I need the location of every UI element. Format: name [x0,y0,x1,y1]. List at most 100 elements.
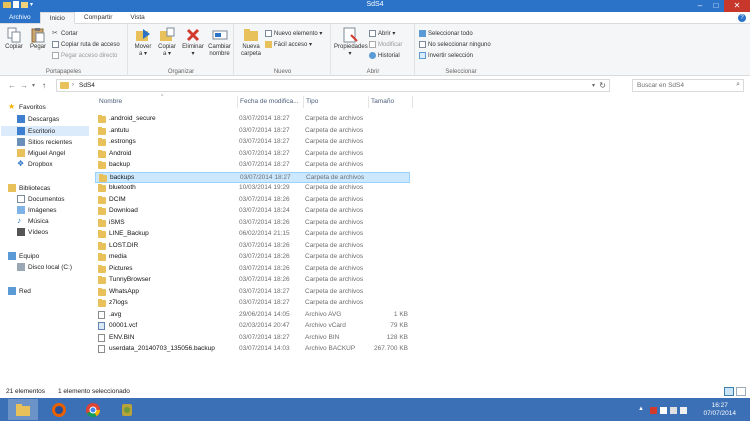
large-icons-view-icon[interactable] [736,387,746,396]
nav-downloads[interactable]: Descargas [17,115,59,123]
address-dropdown-icon[interactable]: ▾ [592,82,595,89]
copy-to-button[interactable]: Copiar a ▾ [156,27,178,58]
paste-button[interactable]: Pegar [27,27,49,51]
invert-selection-button[interactable]: Invertir selección [419,52,473,59]
nav-dropbox[interactable]: ❖ Dropbox [17,160,53,168]
network-status-icon[interactable] [660,407,667,414]
table-row[interactable]: LOST.DIR 03/07/2014 18:26 Carpeta de archi… [95,241,410,252]
column-header-name[interactable]: Nombre [99,98,122,105]
search-box[interactable]: Buscar en SdS4 ⌕ [632,79,744,92]
nav-favorites[interactable]: ★ Favoritos [8,103,46,111]
folder-icon [98,230,106,238]
tab-home[interactable]: Inicio [39,12,75,24]
table-row[interactable]: .android_secure 03/07/2014 18:27 Carpeta d… [95,114,410,125]
column-divider[interactable] [237,96,238,108]
table-row[interactable]: DCIM 03/07/2014 18:26 Carpeta de archivos [95,195,410,206]
taskbar-app[interactable] [112,399,142,420]
back-arrow-icon[interactable]: ← [8,81,16,90]
table-row[interactable]: backups 03/07/2014 18:27 Carpeta de archiv… [95,171,410,183]
table-row[interactable]: backup 03/07/2014 18:27 Carpeta de archivo… [95,160,410,171]
properties-button[interactable]: Propiedades ▾ [334,27,368,58]
help-icon[interactable]: ? [738,14,746,22]
tab-share[interactable]: Compartir [75,12,122,23]
file-date: 03/07/2014 18:26 [239,218,290,226]
taskbar-firefox[interactable] [44,399,74,420]
search-icon[interactable]: ⌕ [736,81,740,89]
select-all-button[interactable]: Seleccionar todo [419,30,473,37]
easy-access-button[interactable]: Fácil acceso ▾ [265,41,312,48]
nav-videos[interactable]: Vídeos [17,228,48,236]
close-button[interactable]: ✕ [724,0,750,12]
recent-locations-icon[interactable]: ▾ [32,82,35,89]
table-row[interactable]: WhatsApp 03/07/2014 18:27 Carpeta de archi… [95,287,410,298]
taskbar-file-explorer[interactable] [8,399,38,420]
maximize-button[interactable]: □ [708,0,724,12]
delete-button[interactable]: Eliminar ▾ [181,27,205,58]
rename-button[interactable]: Cambiar nombre [207,27,232,58]
table-row[interactable]: .estrongs 03/07/2014 18:27 Carpeta de arch… [95,137,410,148]
table-row[interactable]: 00001.vcf 02/03/2014 20:47 Archivo vCard 79… [95,321,410,332]
refresh-icon[interactable]: ↻ [599,81,606,90]
nav-documents[interactable]: Documentos [17,195,65,203]
table-row[interactable]: LINE_Backup 06/02/2014 21:15 Carpeta de ar… [95,229,410,240]
cut-button[interactable]: ✂ Cortar [52,30,78,37]
nav-images[interactable]: Imágenes [17,206,57,214]
nav-libraries[interactable]: Bibliotecas [8,184,50,192]
column-header-date[interactable]: Fecha de modifica... [240,98,299,105]
keyboard-icon[interactable] [680,407,687,414]
history-button[interactable]: Historial [369,52,400,59]
file-type: Archivo BACKUP [305,345,356,352]
table-row[interactable]: bluetooth 10/03/2014 19:29 Carpeta de arch… [95,183,410,194]
column-divider[interactable] [303,96,304,108]
move-to-button[interactable]: Mover a ▾ [132,27,154,58]
file-name: WhatsApp [109,287,139,295]
table-row[interactable]: Android 03/07/2014 18:27 Carpeta de archiv… [95,149,410,160]
show-hidden-icons-icon[interactable]: ▲ [638,406,645,413]
copy-button[interactable]: Copiar [3,27,25,51]
minimize-button[interactable]: – [692,0,708,12]
table-row[interactable]: userdata_20140703_135056.backup 03/07/201… [95,344,410,355]
file-name: Android [109,149,132,157]
notification-flag-icon[interactable] [650,407,657,414]
tab-file[interactable]: Archivo [0,12,40,23]
forward-arrow-icon[interactable]: → [20,81,28,90]
open-button[interactable]: Abrir ▾ [369,30,395,37]
up-arrow-icon[interactable]: ↑ [42,81,46,90]
table-row[interactable]: Download 03/07/2014 18:24 Carpeta de archi… [95,206,410,217]
column-header-size[interactable]: Tamaño [371,98,394,105]
clock[interactable]: 16:27 07/07/2014 [703,402,736,418]
nav-user-folder[interactable]: Miguel Angel [17,149,65,157]
nav-desktop[interactable]: Escritorio [17,127,55,135]
address-path[interactable]: SdS4 [79,82,95,89]
nav-recent-places[interactable]: Sitios recientes [17,138,72,146]
select-none-button[interactable]: No seleccionar ninguno [419,41,491,48]
file-type: Carpeta de archivos [305,264,364,272]
address-bar[interactable]: › SdS4 ▾ ↻ [56,79,610,92]
volume-icon[interactable] [670,407,677,414]
table-row[interactable]: .avg 29/06/2014 14:05 Archivo AVG 1 KB [95,310,410,321]
tab-view[interactable]: Vista [121,12,153,23]
column-divider[interactable] [368,96,369,108]
taskbar-chrome[interactable] [78,399,108,420]
table-row[interactable]: Pictures 03/07/2014 18:26 Carpeta de archi… [95,264,410,275]
table-row[interactable]: .antutu 03/07/2014 18:27 Carpeta de archiv… [95,126,410,137]
paste-shortcut-button[interactable]: Pegar acceso directo [52,52,117,59]
nav-computer[interactable]: Equipo [8,252,39,260]
copy-to-icon [159,27,175,43]
details-view-icon[interactable] [724,387,734,396]
file-date: 10/03/2014 19:29 [239,184,290,191]
nav-music[interactable]: ♪ Música [17,217,49,225]
new-folder-button[interactable]: Nueva carpeta [238,27,264,58]
nav-network[interactable]: Red [8,287,31,295]
copy-path-button[interactable]: Copiar ruta de acceso [52,41,120,48]
new-item-button[interactable]: Nuevo elemento ▾ [265,30,322,37]
table-row[interactable]: ENV.BIN 03/07/2014 18:27 Archivo BIN 128 KB [95,333,410,344]
column-divider[interactable] [412,96,413,108]
nav-local-disk[interactable]: Disco local (C:) [17,263,72,271]
table-row[interactable]: TunnyBrowser 03/07/2014 18:26 Carpeta de a… [95,275,410,286]
table-row[interactable]: media 03/07/2014 18:26 Carpeta de archivos [95,252,410,263]
table-row[interactable]: iSMS 03/07/2014 18:26 Carpeta de archivos [95,218,410,229]
table-row[interactable]: z7logs 03/07/2014 18:27 Carpeta de archivo… [95,298,410,309]
edit-button[interactable]: Modificar [369,41,402,48]
column-header-type[interactable]: Tipo [306,98,318,105]
